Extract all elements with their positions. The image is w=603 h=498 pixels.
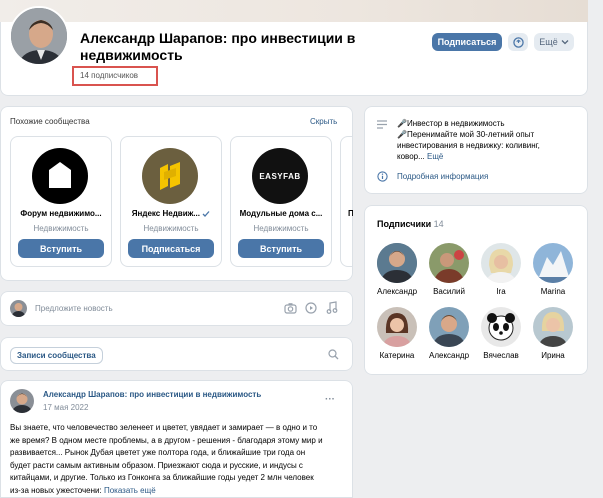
- community-category: Недвижимость: [253, 224, 309, 233]
- community-name[interactable]: Яндекс Недвиж...: [124, 209, 218, 218]
- chevron-down-icon: [561, 40, 569, 45]
- community-name[interactable]: Форум недвижимо...: [14, 209, 108, 218]
- search-icon[interactable]: [328, 349, 339, 360]
- follower-item[interactable]: Александр: [370, 243, 424, 296]
- post-author-avatar[interactable]: [10, 389, 34, 413]
- followers-title[interactable]: Подписчики 14: [377, 219, 444, 229]
- follower-avatar: [429, 243, 469, 283]
- community-card[interactable]: Форум недвижимо... Недвижимость Вступить: [10, 136, 112, 267]
- community-card[interactable]: Яндекс Недвиж... Недвижимость Подписатьс…: [120, 136, 222, 267]
- follower-avatar: [533, 243, 573, 283]
- followers-title-text: Подписчики: [377, 219, 432, 229]
- post-line-last: из-за новых ужесточени: Показать ещё: [10, 485, 156, 495]
- camera-icon[interactable]: [284, 302, 297, 314]
- follower-name: Ira: [496, 287, 506, 296]
- follower-item[interactable]: Ira: [474, 243, 528, 296]
- follower-avatar: [533, 307, 573, 347]
- more-button[interactable]: Ещё: [534, 33, 574, 51]
- follower-item[interactable]: Ирина: [526, 307, 580, 360]
- post-line: Вы знаете, что человечество зеленеет и ц…: [10, 423, 318, 432]
- cover-strip: [0, 0, 588, 22]
- about-line: инвестирования в недвижку: коливинг,: [397, 141, 540, 150]
- community-logo: EASYFAB: [252, 148, 308, 204]
- verified-icon: [202, 210, 210, 217]
- join-button[interactable]: Вступить: [18, 239, 104, 258]
- follower-avatar: [377, 243, 417, 283]
- post-date[interactable]: 17 мая 2022: [43, 403, 88, 412]
- follower-item[interactable]: Вячеслав: [474, 307, 528, 360]
- text-lines-icon: [377, 120, 387, 129]
- community-name: П: [348, 209, 353, 218]
- join-button[interactable]: Вступить: [238, 239, 324, 258]
- post-text: Вы знаете, что человечество зеленеет и ц…: [10, 422, 350, 497]
- follower-avatar: [481, 243, 521, 283]
- about-line: ковор...: [397, 152, 425, 161]
- tab-community-posts[interactable]: Записи сообщества: [10, 347, 103, 364]
- notification-button[interactable]: [508, 33, 528, 51]
- show-more-link[interactable]: Показать ещё: [104, 486, 156, 495]
- post-line: из-за новых ужесточени: [10, 485, 100, 495]
- post-line: же время? В одном месте проблемы, а в др…: [10, 435, 323, 445]
- post-line: китайцами, и другие. Только из Гонконга …: [10, 473, 314, 482]
- follower-name: Александр: [428, 351, 470, 360]
- suggest-news-input[interactable]: Предложите новость: [35, 304, 113, 313]
- post-more-icon[interactable]: ···: [325, 394, 335, 405]
- about-line: 🎤Инвестор в недвижимость: [397, 119, 505, 128]
- follower-name: Катерина: [379, 351, 415, 360]
- similar-title: Похожие сообщества: [10, 117, 90, 126]
- follower-item[interactable]: Александр: [422, 307, 476, 360]
- about-line: 🎤Перенимайте мой 30-летний опыт: [397, 130, 535, 139]
- more-label: Ещё: [539, 37, 558, 47]
- bell-icon: [512, 36, 524, 48]
- followers-count: 14: [433, 219, 444, 229]
- follower-avatar: [429, 307, 469, 347]
- user-avatar: [10, 300, 27, 317]
- community-name[interactable]: Модульные дома с...: [234, 209, 328, 218]
- follower-item[interactable]: Marina: [526, 243, 580, 296]
- follower-name: Вячеслав: [483, 351, 519, 360]
- follower-name: Александр: [376, 287, 418, 296]
- subscribe-button[interactable]: Подписаться: [432, 33, 502, 51]
- follower-item[interactable]: Василий: [422, 243, 476, 296]
- about-text: 🎤Инвестор в недвижимость 🎤Перенимайте мо…: [397, 118, 582, 162]
- about-line-last: ковор... Ещё: [397, 151, 582, 162]
- community-category: Недвижимость: [33, 224, 89, 233]
- community-logo: [32, 148, 88, 204]
- follower-name: Ирина: [541, 351, 565, 360]
- community-card-partial[interactable]: П: [340, 136, 353, 267]
- follower-avatar: [481, 307, 521, 347]
- subscribe-community-button[interactable]: Подписаться: [128, 239, 214, 258]
- page-title: Александр Шарапов: про инвестиции в недв…: [80, 30, 356, 63]
- community-category: Недвижимость: [143, 224, 199, 233]
- follower-name: Василий: [433, 287, 465, 296]
- details-link[interactable]: Подробная информация: [397, 172, 488, 181]
- hide-similar-link[interactable]: Скрыть: [310, 117, 337, 126]
- post-line: развивается... Рынок Дубая цветет уже по…: [10, 448, 306, 457]
- subscribers-count[interactable]: 14 подписчиков: [80, 71, 138, 80]
- community-card[interactable]: EASYFAB Модульные дома с... Недвижимость…: [230, 136, 332, 267]
- post-author[interactable]: Александр Шарапов: про инвестиции в недв…: [43, 390, 261, 399]
- post-line: будет расти самым активным образом. Прие…: [10, 460, 303, 470]
- community-logo: [142, 148, 198, 204]
- about-more-link[interactable]: Ещё: [427, 152, 443, 161]
- follower-item[interactable]: Катерина: [370, 307, 424, 360]
- community-name-text: Яндекс Недвиж...: [131, 209, 200, 218]
- community-logo-text: EASYFAB: [259, 171, 301, 181]
- follower-name: Marina: [540, 287, 566, 296]
- community-avatar[interactable]: [9, 6, 69, 66]
- music-icon[interactable]: [326, 301, 338, 314]
- video-icon[interactable]: [305, 302, 317, 314]
- follower-avatar: [377, 307, 417, 347]
- info-icon: [377, 171, 388, 182]
